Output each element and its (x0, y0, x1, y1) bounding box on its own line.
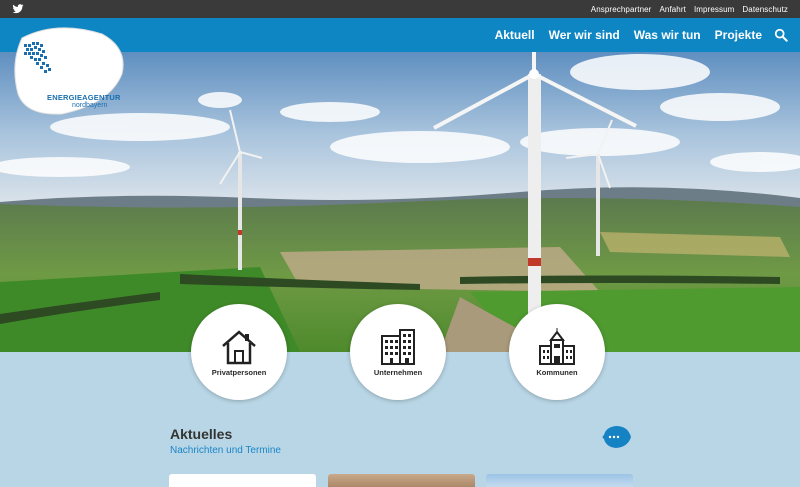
news-section-title: Aktuelles (170, 426, 233, 442)
energieagentur-logo[interactable]: ENERGIEAGENTUR nordbayern (12, 24, 124, 116)
top-bar: Ansprechpartner Anfahrt Impressum Datens… (0, 0, 800, 18)
nav-aktuell[interactable]: Aktuell (495, 28, 535, 42)
top-links: Ansprechpartner Anfahrt Impressum Datens… (591, 0, 788, 18)
nav-wer-wir-sind[interactable]: Wer wir sind (549, 28, 620, 42)
main-nav: Aktuell Wer wir sind Was wir tun Projekt… (495, 18, 762, 52)
category-unternehmen[interactable]: Unternehmen (350, 304, 446, 400)
category-privatpersonen[interactable]: Privatpersonen (191, 304, 287, 400)
link-anfahrt[interactable]: Anfahrt (659, 5, 686, 14)
link-impressum[interactable]: Impressum (694, 5, 734, 14)
news-section-subtitle[interactable]: Nachrichten und Termine (170, 445, 281, 456)
news-card[interactable] (486, 474, 633, 487)
link-datenschutz[interactable]: Datenschutz (742, 5, 788, 14)
category-label-kommunen: Kommunen (536, 368, 578, 377)
news-card[interactable] (169, 474, 316, 487)
category-kommunen[interactable]: Kommunen (509, 304, 605, 400)
logo-subtitle: nordbayern (72, 102, 108, 109)
link-ansprechpartner[interactable]: Ansprechpartner (591, 5, 652, 14)
office-building-icon (381, 329, 415, 365)
category-label-privatpersonen: Privatpersonen (211, 368, 267, 377)
nav-projekte[interactable]: Projekte (715, 28, 762, 42)
twitter-icon[interactable] (12, 3, 24, 15)
more-dots-icon (602, 426, 631, 448)
town-hall-icon (539, 328, 575, 365)
nav-was-wir-tun[interactable]: Was wir tun (634, 28, 701, 42)
logo-title: ENERGIEAGENTUR (47, 93, 121, 102)
more-news-button[interactable] (600, 425, 632, 449)
house-icon (222, 330, 256, 365)
news-card[interactable] (328, 474, 475, 487)
category-label-unternehmen: Unternehmen (373, 368, 423, 377)
search-icon[interactable] (774, 28, 788, 42)
